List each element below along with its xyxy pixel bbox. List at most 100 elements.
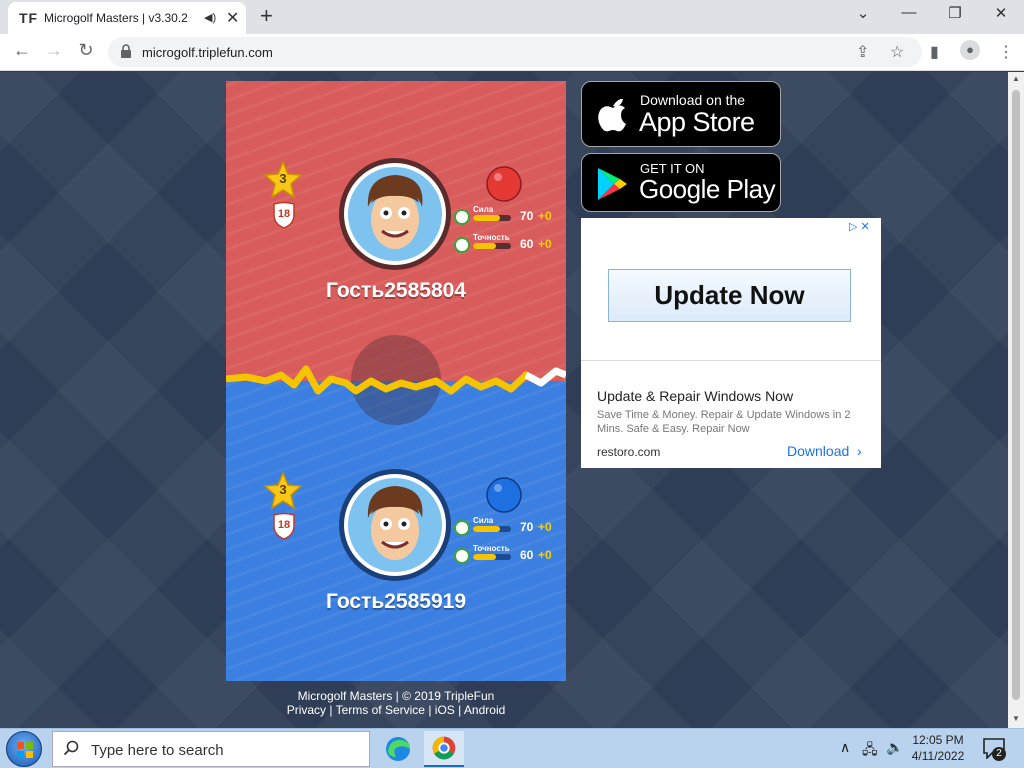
star-icon[interactable]: ☆ [890, 42, 904, 62]
reload-icon[interactable]: ↻ [74, 40, 98, 61]
windows-start-button[interactable] [6, 731, 42, 767]
crosshair-icon [454, 237, 470, 253]
ios-link[interactable]: iOS [435, 703, 455, 717]
page-footer: Microgolf Masters | © 2019 TripleFun Pri… [226, 689, 566, 717]
stat-label: Сила [473, 205, 494, 214]
player-level: 3 [279, 171, 287, 186]
apple-icon [598, 98, 626, 132]
stat-label: Сила [473, 516, 494, 525]
back-arrow-icon[interactable]: ← [10, 40, 34, 61]
ad-download-link[interactable]: Download › [787, 443, 862, 459]
stat-power: Сила 70 +0 [454, 205, 564, 229]
ad-description: Save Time & Money. Repair & Update Windo… [597, 409, 851, 435]
golf-ball-icon [486, 477, 522, 513]
power-icon [454, 209, 470, 225]
chevron-up-icon[interactable]: ∧ [840, 739, 850, 756]
windows-logo-icon [17, 742, 33, 758]
stat-accuracy: Точность 60 +0 [454, 544, 564, 568]
system-clock[interactable]: 12:05 PM 4/11/2022 [900, 732, 976, 764]
url-text: microgolf.triplefun.com [142, 45, 273, 60]
network-icon[interactable]: 🖧 [862, 739, 878, 763]
new-tab-button[interactable]: + [260, 3, 273, 29]
speaker-icon[interactable]: ◀) [204, 11, 216, 24]
scroll-down-arrow-icon[interactable]: ▼ [1012, 714, 1020, 723]
address-bar[interactable]: microgolf.triplefun.com ⇪ ☆ [108, 37, 922, 67]
stat-bar [473, 554, 511, 560]
window-close-button[interactable]: ✕ [986, 4, 1016, 22]
taskbar-search-input[interactable]: Type here to search [52, 731, 370, 767]
ad-update-button[interactable]: Update Now [608, 269, 851, 322]
stat-fill [473, 215, 500, 221]
golf-ball-icon [486, 166, 522, 202]
chevron-right-icon: › [853, 443, 862, 459]
player-level: 3 [279, 482, 287, 497]
minimize-button[interactable]: — [894, 4, 924, 21]
profile-icon[interactable]: ● [960, 40, 980, 60]
stat-fill [473, 526, 500, 532]
chrome-icon [432, 736, 456, 760]
game-canvas[interactable]: 3 18 Сила 70 +0 Точность 60 +0 Гость2585… [226, 81, 566, 681]
scroll-thumb[interactable] [1012, 90, 1020, 700]
search-placeholder: Type here to search [91, 742, 224, 759]
stat-value: 70 [520, 520, 534, 534]
player-name: Гость2585919 [325, 590, 467, 613]
clock-time: 12:05 PM [912, 733, 964, 747]
power-icon [454, 520, 470, 536]
tab-title: Microgolf Masters | v3.30.2 [44, 11, 188, 25]
player-rank: 18 [277, 519, 291, 531]
lightning-divider [226, 365, 566, 395]
title-bar: TF Microgolf Masters | v3.30.2 ◀) ✕ + ⌄ … [0, 0, 1024, 34]
ad-title[interactable]: Update & Repair Windows Now [597, 388, 793, 404]
android-link[interactable]: Android [464, 703, 505, 717]
footer-separator: | [454, 703, 464, 717]
app-store-big-text: App Store [639, 107, 755, 137]
stat-fill [473, 554, 496, 560]
advertisement[interactable]: ▷ ✕ Update Now Update & Repair Windows N… [581, 218, 881, 468]
stat-fill [473, 243, 496, 249]
edge-icon[interactable] [378, 731, 418, 767]
menu-dots-icon[interactable]: ⋮ [998, 42, 1014, 62]
clock-date: 4/11/2022 [911, 749, 965, 763]
search-icon [63, 740, 79, 756]
ad-divider [581, 360, 881, 361]
stat-bonus: +0 [538, 209, 552, 223]
stat-bonus: +0 [538, 520, 552, 534]
app-store-button[interactable]: Download on the App Store [581, 81, 781, 147]
stat-accuracy: Точность 60 +0 [454, 233, 564, 257]
stat-power: Сила 70 +0 [454, 516, 564, 540]
stat-value: 60 [520, 237, 534, 251]
terms-link[interactable]: Terms of Service [336, 703, 425, 717]
privacy-link[interactable]: Privacy [287, 703, 326, 717]
share-icon[interactable]: ⇪ [856, 42, 869, 62]
close-icon[interactable]: ✕ [226, 8, 239, 28]
player-rank: 18 [277, 208, 291, 220]
restore-button[interactable]: ❐ [940, 4, 970, 22]
ad-download-label: Download [787, 443, 850, 459]
chrome-taskbar-button[interactable] [424, 731, 464, 767]
footer-separator: | [326, 703, 336, 717]
scrollbar[interactable]: ▲ ▼ [1008, 72, 1024, 728]
stat-label: Точность [473, 544, 510, 553]
ad-domain: restoro.com [597, 445, 661, 459]
notification-count: 2 [992, 747, 1006, 761]
stat-bonus: +0 [538, 237, 552, 251]
google-play-icon [598, 168, 627, 200]
side-panel-icon[interactable]: ▮ [930, 42, 939, 62]
chevron-down-icon[interactable]: ⌄ [848, 4, 878, 22]
taskbar: Type here to search ∧ 🖧 🔈 12:05 PM 4/11/… [0, 728, 1024, 768]
adchoices-icon[interactable]: ▷ ✕ [849, 220, 870, 233]
avatar [339, 469, 451, 581]
forward-arrow-icon[interactable]: → [42, 40, 66, 61]
tab-favicon: TF [19, 10, 39, 26]
browser-toolbar: ← → ↻ microgolf.triplefun.com ⇪ ☆ ▮ ● ⋮ [0, 34, 1024, 71]
scroll-up-arrow-icon[interactable]: ▲ [1012, 74, 1020, 83]
google-play-button[interactable]: GET IT ON Google Play [581, 153, 781, 212]
stat-bar [473, 215, 511, 221]
stat-bonus: +0 [538, 548, 552, 562]
footer-copyright: Microgolf Masters | © 2019 TripleFun [297, 689, 495, 703]
stat-bar [473, 526, 511, 532]
browser-tab[interactable]: TF Microgolf Masters | v3.30.2 ◀) ✕ [8, 2, 246, 34]
player-card-red: 3 18 Сила 70 +0 Точность 60 +0 Гость2585… [226, 157, 566, 337]
crosshair-icon [454, 548, 470, 564]
app-store-small-text: Download on the [640, 92, 746, 108]
